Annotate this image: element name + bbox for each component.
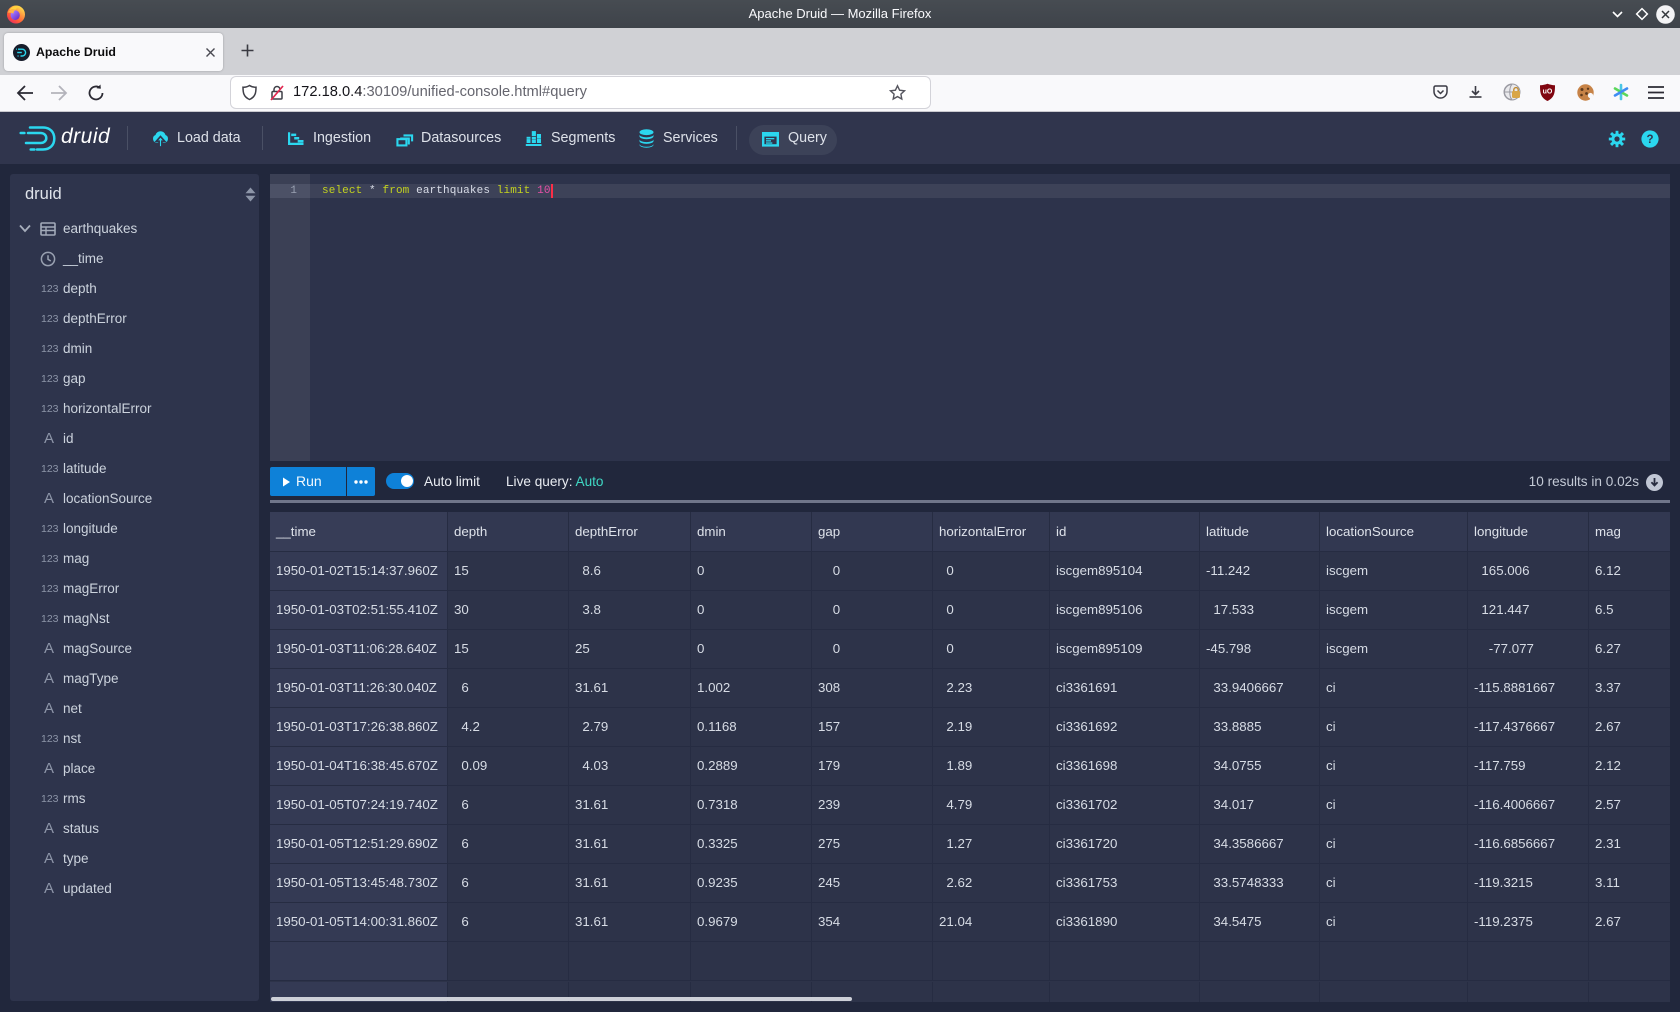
svg-text:?: ?	[1646, 134, 1653, 146]
svg-text:uO: uO	[1543, 89, 1553, 96]
